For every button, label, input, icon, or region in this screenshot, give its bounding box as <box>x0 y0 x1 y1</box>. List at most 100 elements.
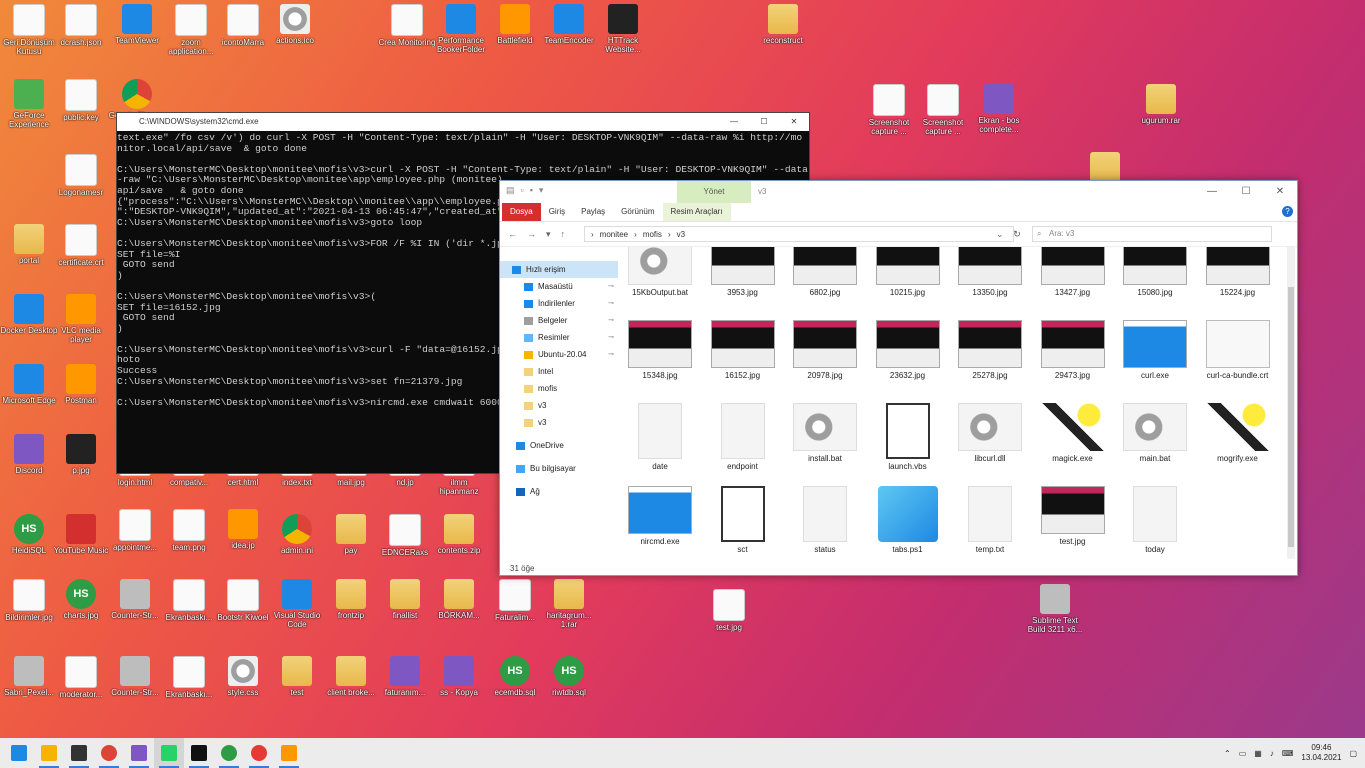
minimize-icon[interactable]: — <box>719 113 749 131</box>
desktop-icon[interactable]: BÖRKAM... <box>430 579 488 620</box>
file-item[interactable]: magick.exe <box>1035 403 1111 463</box>
nav-item[interactable]: Ağ <box>500 483 618 500</box>
desktop-icon[interactable]: Ekran - bos complete... <box>970 84 1028 134</box>
desktop-icon[interactable]: Geri Dönüşüm Kutusu <box>0 4 58 56</box>
taskbar-app[interactable] <box>214 738 244 768</box>
file-item[interactable]: launch.vbs <box>870 403 946 471</box>
desktop-icon[interactable]: GeForce Experience <box>0 79 58 129</box>
search-input[interactable]: ⌕ Ara: v3 <box>1032 226 1272 242</box>
pin-icon[interactable]: ⊸ <box>608 278 614 295</box>
new-folder-icon[interactable]: ▪ <box>530 185 533 196</box>
chevron-down-icon[interactable]: ▾ <box>539 185 544 196</box>
desktop-icon[interactable]: Screenshot capture ... <box>914 84 972 136</box>
file-item[interactable]: 3953.jpg <box>705 247 781 297</box>
breadcrumb-item[interactable]: mofis <box>643 230 662 239</box>
file-item[interactable]: temp.txt <box>952 486 1028 554</box>
desktop-icon[interactable]: VLC media player <box>52 294 110 344</box>
ribbon-tab[interactable]: Paylaş <box>573 203 613 221</box>
clock[interactable]: 09:46 13.04.2021 <box>1301 743 1341 763</box>
desktop-icon[interactable]: Faturalim... <box>486 579 544 622</box>
address-dropdown-icon[interactable]: ⌄ <box>996 229 1008 240</box>
tab-manage[interactable]: Yönet <box>677 181 751 203</box>
ribbon-tab[interactable]: Giriş <box>541 203 573 221</box>
file-item[interactable]: 25278.jpg <box>952 320 1028 380</box>
file-item[interactable]: mogrify.exe <box>1200 403 1276 463</box>
desktop-icon[interactable]: idea.jp <box>214 509 272 550</box>
pin-icon[interactable]: ⊸ <box>608 312 614 329</box>
desktop-icon[interactable]: team.png <box>160 509 218 552</box>
file-item[interactable]: libcurl.dll <box>952 403 1028 463</box>
keyboard-icon[interactable]: ⌨ <box>1282 749 1294 758</box>
breadcrumb-item[interactable]: v3 <box>677 230 685 239</box>
file-item[interactable]: 13350.jpg <box>952 247 1028 297</box>
desktop-icon[interactable]: pay <box>322 514 380 555</box>
maximize-icon[interactable]: ☐ <box>749 113 779 131</box>
desktop-icon[interactable]: HS HeidiSQL <box>0 514 58 555</box>
desktop-icon[interactable]: Counter-Str... <box>106 579 164 620</box>
desktop-icon[interactable]: certificate.crt <box>52 224 110 267</box>
nav-item[interactable]: Belgeler ⊸ <box>500 312 618 329</box>
desktop-icon[interactable]: Logonamesr <box>52 154 110 197</box>
pin-icon[interactable]: ⊸ <box>608 295 614 312</box>
file-item[interactable]: 6802.jpg <box>787 247 863 297</box>
desktop-icon[interactable]: style.css <box>214 656 272 697</box>
nav-item[interactable]: Intel <box>500 363 618 380</box>
navigation-pane[interactable]: Hızlı erişim Masaüstü ⊸ İndirilenler ⊸ Belgel… <box>500 261 618 561</box>
desktop-icon[interactable]: test.jpg <box>700 589 758 632</box>
nav-item[interactable]: Ubuntu-20.04 ⊸ <box>500 346 618 363</box>
taskbar-app[interactable] <box>244 738 274 768</box>
desktop-icon[interactable]: zoom application... <box>162 4 220 56</box>
file-item[interactable]: nircmd.exe <box>622 486 698 546</box>
taskbar-app[interactable] <box>184 738 214 768</box>
file-item[interactable]: tabs.ps1 <box>870 486 946 554</box>
desktop-icon[interactable]: public.key <box>52 79 110 122</box>
desktop-icon[interactable]: Bildirimler.jpg <box>0 579 58 622</box>
desktop-icon[interactable]: Discord <box>0 434 58 475</box>
desktop-icon[interactable]: client broke... <box>322 656 380 697</box>
desktop-icon[interactable]: contents.zip <box>430 514 488 555</box>
desktop-icon[interactable]: faturanım... <box>376 656 434 697</box>
desktop-icon[interactable]: Ekranbaskı... <box>160 656 218 699</box>
desktop-icon[interactable]: HS riwtdb.sql <box>540 656 598 697</box>
taskbar-app[interactable] <box>154 738 184 768</box>
desktop-icon[interactable]: Visual Studio Code <box>268 579 326 629</box>
file-item[interactable]: 10215.jpg <box>870 247 946 297</box>
taskbar-app[interactable] <box>34 738 64 768</box>
desktop-icon[interactable]: TeamEncoder <box>540 4 598 45</box>
desktop-icon[interactable]: Sublime Text Build 3211 x6... <box>1026 584 1084 634</box>
taskbar-app[interactable] <box>274 738 304 768</box>
desktop-icon[interactable]: icontoMarra <box>214 4 272 47</box>
file-item[interactable]: 15224.jpg <box>1200 247 1276 297</box>
desktop-icon[interactable]: dcrash.json <box>52 4 110 47</box>
file-item[interactable]: status <box>787 486 863 554</box>
chevron-up-icon[interactable]: ⌃ <box>1224 749 1231 758</box>
volume-icon[interactable]: ♪ <box>1270 749 1274 758</box>
desktop-icon[interactable]: Bootstr Kiwoel <box>214 579 272 622</box>
network-icon[interactable]: ▦ <box>1254 749 1262 758</box>
nav-item[interactable]: v3 <box>500 397 618 414</box>
breadcrumb-item[interactable]: monitee <box>600 230 628 239</box>
file-explorer-window[interactable]: ▤ ▫ ▪ ▾ Yönet v3 — ☐ ✕ Dosya Giriş Paylaş G… <box>499 180 1298 576</box>
desktop-icon[interactable]: Ekranbaskı... <box>160 579 218 622</box>
desktop-icon[interactable]: Counter-Str... <box>106 656 164 697</box>
desktop-icon[interactable]: ss - Kopya <box>430 656 488 697</box>
nav-item[interactable]: Resimler ⊸ <box>500 329 618 346</box>
desktop-icon[interactable]: actions.ico <box>266 4 324 45</box>
desktop-icon[interactable]: Docker Desktop <box>0 294 58 335</box>
nav-item[interactable]: v3 <box>500 414 618 431</box>
refresh-icon[interactable]: ↻ <box>1008 229 1026 240</box>
maximize-icon[interactable]: ☐ <box>1229 181 1263 203</box>
ribbon-tab[interactable]: Resim Araçları <box>662 203 731 221</box>
desktop-icon[interactable]: Battlefield <box>486 4 544 45</box>
file-item[interactable]: 15080.jpg <box>1117 247 1193 297</box>
file-list[interactable]: 15KbOutput.bat 3953.jpg 6802.jpg 10215.jpg 1… <box>622 247 1288 559</box>
forward-icon[interactable]: → <box>527 229 536 240</box>
taskbar-app[interactable] <box>4 738 34 768</box>
pin-icon[interactable]: ⊸ <box>608 329 614 346</box>
file-item[interactable]: 13427.jpg <box>1035 247 1111 297</box>
file-item[interactable]: 29473.jpg <box>1035 320 1111 380</box>
help-icon[interactable]: ? <box>1282 206 1293 217</box>
nav-item[interactable]: OneDrive <box>500 437 618 454</box>
close-icon[interactable]: ✕ <box>1263 181 1297 203</box>
file-item[interactable]: date <box>622 403 698 471</box>
